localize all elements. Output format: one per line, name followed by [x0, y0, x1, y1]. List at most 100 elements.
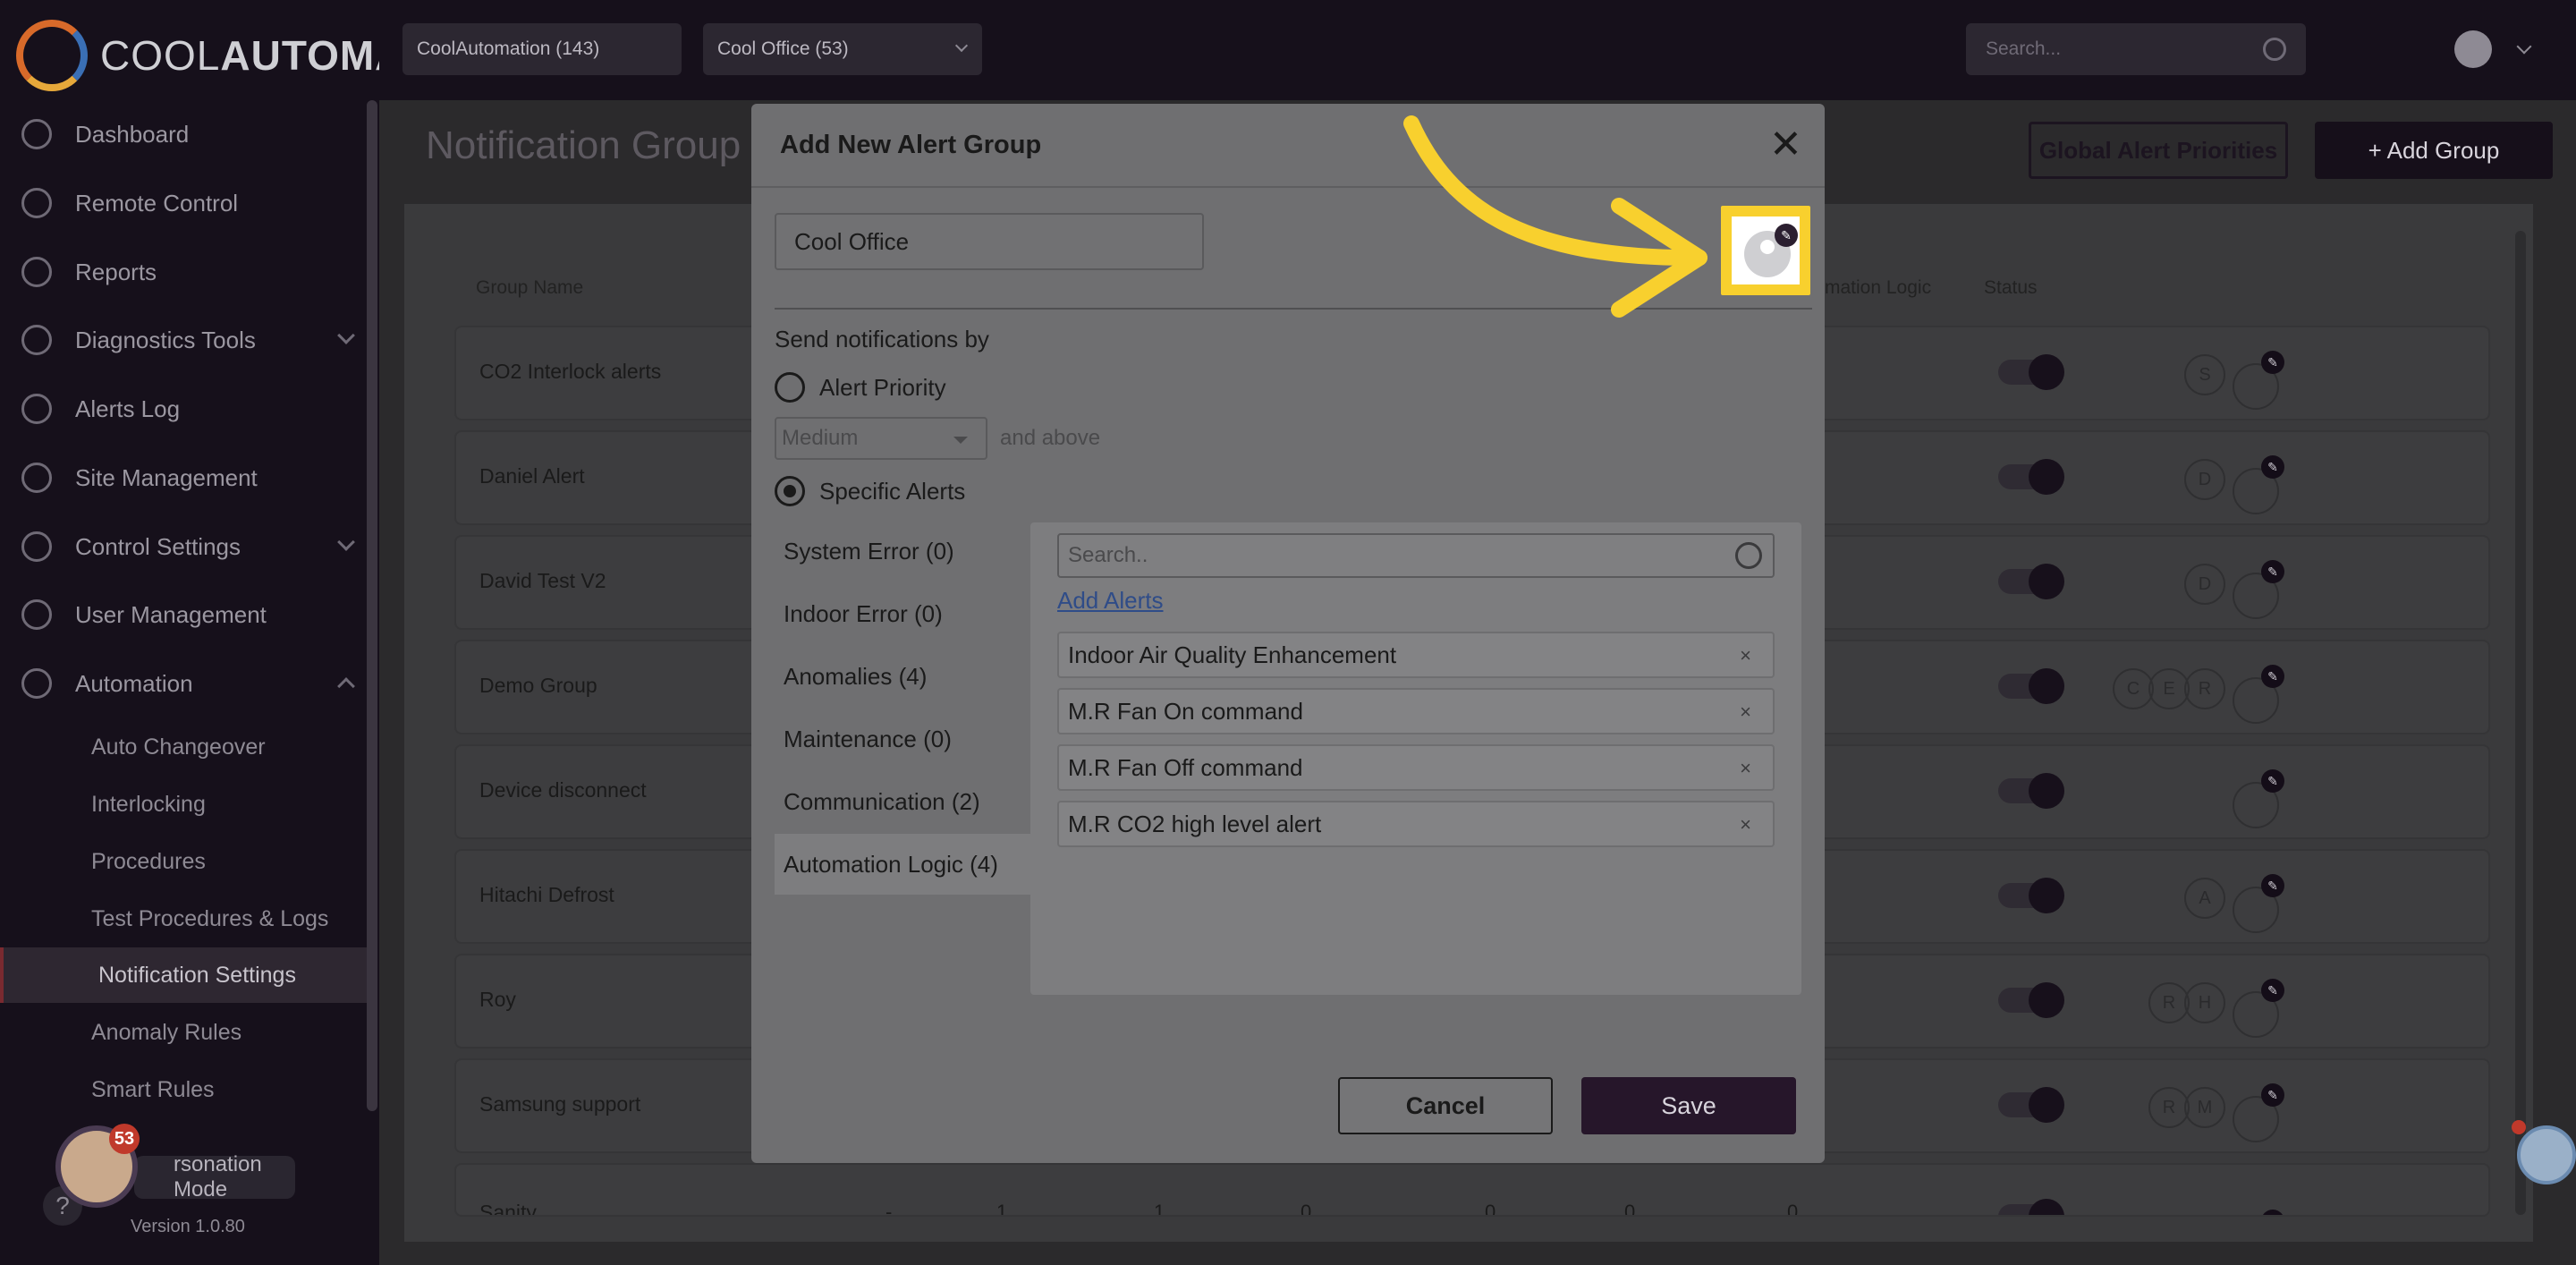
table-cell: 0: [1301, 1201, 1312, 1217]
category-automation-logic[interactable]: Automation Logic (4): [775, 834, 1034, 895]
caret-down-icon: [953, 437, 968, 444]
alerts-search-input[interactable]: Search..: [1057, 533, 1775, 578]
search-icon: [1735, 542, 1762, 569]
sidebar-item-user-management[interactable]: User Management: [0, 590, 379, 640]
category-communication[interactable]: Communication (2): [775, 771, 1034, 832]
version-label: Version 1.0.80: [131, 1217, 245, 1236]
alert-chip: M.R Fan On command ×: [1057, 688, 1775, 734]
remove-icon[interactable]: ×: [1740, 813, 1751, 836]
sidebar-item-automation[interactable]: Automation: [0, 658, 379, 709]
chevron-down-icon: [337, 533, 355, 551]
sidebar-item-remote-control[interactable]: Remote Control: [0, 178, 379, 228]
remove-icon[interactable]: ×: [1740, 757, 1751, 780]
alert-priority-label[interactable]: Alert Priority: [819, 374, 946, 402]
add-group-button[interactable]: + Add Group: [2315, 122, 2553, 179]
customer-select[interactable]: CoolAutomation (143): [402, 23, 682, 75]
status-toggle[interactable]: [1998, 982, 2064, 1018]
status-toggle[interactable]: [1998, 354, 2064, 390]
status-toggle[interactable]: [1998, 459, 2064, 495]
specific-alerts-label[interactable]: Specific Alerts: [819, 478, 965, 505]
avatar: H: [2184, 982, 2225, 1023]
category-maintenance[interactable]: Maintenance (0): [775, 709, 1034, 769]
group-name: David Test V2: [479, 569, 606, 592]
sidebar-item-label: Site Management: [75, 463, 258, 491]
search-input[interactable]: Search...: [1966, 23, 2306, 75]
annotation-arrow-icon: [1403, 115, 1707, 318]
search-icon: [2263, 38, 2286, 61]
remove-icon[interactable]: ×: [1740, 700, 1751, 724]
pencil-icon[interactable]: ✎: [2261, 874, 2284, 897]
logo-icon: [16, 20, 88, 91]
global-alert-priorities-button[interactable]: Global Alert Priorities: [2029, 122, 2288, 179]
avatar: M: [2184, 1087, 2225, 1128]
status-toggle[interactable]: [1998, 878, 2064, 913]
pencil-icon[interactable]: ✎: [2261, 455, 2284, 479]
sidebar-item-site-management[interactable]: Site Management: [0, 453, 379, 503]
group-name: Daniel Alert: [479, 464, 585, 488]
remove-icon[interactable]: ×: [1740, 644, 1751, 667]
building-icon: [21, 463, 52, 493]
alert-priority-radio[interactable]: [775, 372, 805, 403]
impersonation-mode-pill[interactable]: rsonation Mode: [134, 1152, 295, 1201]
cancel-button[interactable]: Cancel: [1338, 1077, 1553, 1134]
sidebar-item-label: Remote Control: [75, 189, 239, 216]
sidebar: COOLAUTOMATION Dashboard Remote Control …: [0, 0, 504, 1265]
sidebar-scrollbar[interactable]: [367, 100, 377, 1111]
avatar: D: [2184, 459, 2225, 500]
pencil-icon[interactable]: ✎: [2261, 351, 2284, 374]
sidebar-item-label: Automation: [75, 669, 193, 697]
save-button[interactable]: Save: [1581, 1077, 1796, 1134]
pencil-icon[interactable]: ✎: [2261, 1210, 2284, 1215]
sidebar-item-label: Alerts Log: [75, 395, 181, 422]
sidebar-subitem-procedures[interactable]: Procedures: [0, 834, 367, 889]
sidebar-subitem-anomaly-rules[interactable]: Anomaly Rules: [0, 1005, 367, 1060]
gear-icon: [21, 531, 52, 562]
status-toggle[interactable]: [1998, 1199, 2064, 1215]
table-row[interactable]: Sanity - 1 1 0 0 0 0 S ✎: [454, 1163, 2490, 1217]
sidebar-subitem-auto-changeover[interactable]: Auto Changeover: [0, 719, 367, 775]
table-cell: 0: [1485, 1201, 1496, 1217]
group-name-field[interactable]: Cool Office: [775, 213, 1204, 270]
notification-badge: 53: [109, 1124, 140, 1154]
group-name: Demo Group: [479, 674, 597, 697]
site-select[interactable]: Cool Office (53): [703, 23, 982, 75]
category-indoor-error[interactable]: Indoor Error (0): [775, 583, 1034, 644]
and-above-label: and above: [1000, 426, 1101, 450]
status-toggle[interactable]: [1998, 773, 2064, 809]
sidebar-subitem-smart-rules[interactable]: Smart Rules: [0, 1062, 367, 1117]
sidebar-item-label: User Management: [75, 600, 267, 628]
group-name: CO2 Interlock alerts: [479, 360, 662, 383]
status-toggle[interactable]: [1998, 668, 2064, 704]
assistant-avatar-icon[interactable]: [2517, 1125, 2576, 1184]
alerts-panel: Search.. Add Alerts Indoor Air Quality E…: [1030, 522, 1801, 995]
column-header-automation-logic: mation Logic: [1825, 277, 1932, 298]
sidebar-subitem-interlocking[interactable]: Interlocking: [0, 777, 367, 832]
pencil-icon[interactable]: ✎: [2261, 1083, 2284, 1107]
status-toggle[interactable]: [1998, 1087, 2064, 1123]
category-system-error[interactable]: System Error (0): [775, 521, 1034, 582]
group-name: Hitachi Defrost: [479, 883, 614, 906]
sidebar-item-reports[interactable]: Reports: [0, 247, 379, 297]
category-anomalies[interactable]: Anomalies (4): [775, 646, 1034, 707]
table-cell: -: [886, 1201, 893, 1217]
sidebar-item-dashboard[interactable]: Dashboard: [0, 109, 379, 159]
avatar: A: [2184, 878, 2225, 919]
sidebar-subitem-test-procedures[interactable]: Test Procedures & Logs: [0, 891, 367, 947]
sidebar-subitem-notification-settings[interactable]: Notification Settings: [0, 947, 367, 1003]
sidebar-item-control-settings[interactable]: Control Settings: [0, 522, 379, 572]
priority-select[interactable]: Medium: [775, 417, 987, 460]
specific-alerts-radio[interactable]: [775, 476, 805, 506]
add-alerts-link[interactable]: Add Alerts: [1057, 587, 1164, 615]
pencil-icon[interactable]: ✎: [2261, 979, 2284, 1002]
pencil-icon[interactable]: ✎: [2261, 560, 2284, 583]
pencil-icon[interactable]: ✎: [2261, 769, 2284, 793]
sidebar-item-label: Diagnostics Tools: [75, 326, 256, 353]
user-avatar-icon[interactable]: [2454, 30, 2492, 68]
pencil-icon[interactable]: ✎: [2261, 665, 2284, 688]
main-scrollbar[interactable]: [2515, 231, 2526, 1215]
avatar: D: [2184, 564, 2225, 605]
status-toggle[interactable]: [1998, 564, 2064, 599]
sidebar-item-alerts-log[interactable]: Alerts Log: [0, 384, 379, 434]
group-name: Sanity: [479, 1201, 537, 1217]
sidebar-item-diagnostics[interactable]: Diagnostics Tools: [0, 315, 379, 365]
